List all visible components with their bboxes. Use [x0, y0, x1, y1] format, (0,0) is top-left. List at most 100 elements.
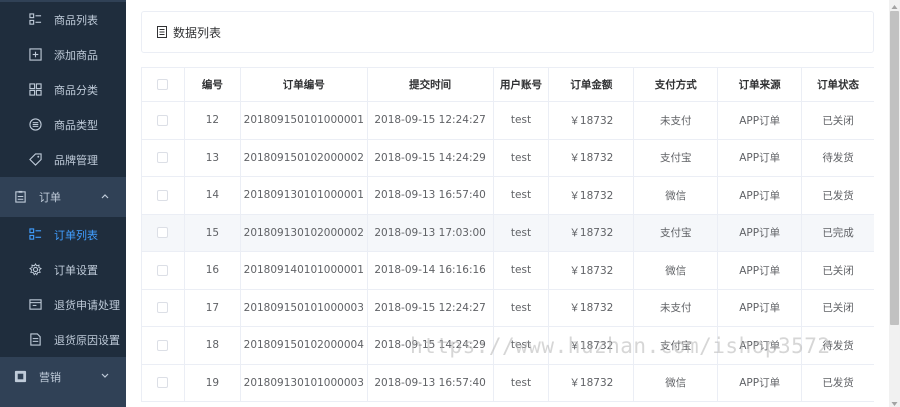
- row-checkbox[interactable]: [157, 339, 169, 351]
- row-checkbox[interactable]: [157, 302, 169, 314]
- cell-payment-method: 支付宝: [634, 327, 719, 364]
- cell-amount: ￥18732: [549, 177, 635, 214]
- cell-payment-method: 未支付: [634, 289, 719, 326]
- sidebar-item-return-application[interactable]: 退货申请处理: [0, 287, 126, 322]
- list-icon: [28, 13, 42, 27]
- sidebar-item-label: 商品列表: [54, 13, 98, 27]
- cell-order-no: 201809150101000001: [241, 102, 368, 139]
- cell-payment-method: 微信: [634, 252, 719, 289]
- cell-order-status: 已关闭: [822, 114, 854, 127]
- circle-list-icon: [28, 118, 42, 132]
- cell-id: 19: [185, 364, 241, 401]
- panel-title: 数据列表: [173, 25, 222, 40]
- cell-order-status: 待发货: [822, 339, 854, 352]
- table-row[interactable]: 15 201809130102000002 2018-09-13 17:03:00 t…: [142, 214, 874, 252]
- cell-payment-method: 微信: [634, 364, 719, 401]
- marketing-icon: [13, 370, 27, 384]
- cell-id: 16: [185, 252, 241, 289]
- sidebar-item-label: 商品类型: [54, 118, 98, 132]
- cell-order-status: 已发货: [822, 189, 854, 202]
- chevron-down-icon: [100, 371, 110, 381]
- column-header-payment-method: 支付方式: [634, 68, 719, 101]
- table-row[interactable]: 16 201809140101000001 2018-09-14 16:16:16 t…: [142, 252, 874, 290]
- list-icon: [28, 228, 42, 242]
- gear-icon: [28, 263, 42, 277]
- table-header: 编号 订单编号 提交时间 用户账号 订单金额 支付方式 订单来源 订单状态: [142, 68, 874, 102]
- sidebar-item-label: 添加商品: [54, 48, 98, 62]
- sidebar-item-add-product[interactable]: 添加商品: [0, 37, 126, 72]
- cell-user-account: test: [494, 139, 550, 176]
- sidebar: 商品列表 添加商品 商品分类 商品类型 品牌管理 订单 订单列表 订单设置 退货…: [0, 0, 126, 407]
- scrollbar-thumb[interactable]: [890, 11, 899, 325]
- cell-order-source: APP订单: [718, 177, 803, 214]
- row-checkbox[interactable]: [157, 189, 169, 201]
- sidebar-item-brand-management[interactable]: 品牌管理: [0, 142, 126, 177]
- sidebar-item-label: 订单列表: [54, 228, 98, 242]
- cell-order-no: 201809150102000002: [241, 139, 368, 176]
- cell-user-account: test: [494, 214, 550, 251]
- cell-submit-time: 2018-09-15 14:24:29: [368, 139, 494, 176]
- sidebar-item-label: 品牌管理: [54, 153, 98, 167]
- cell-submit-time: 2018-09-13 16:57:40: [368, 177, 494, 214]
- cell-id: 17: [185, 289, 241, 326]
- data-list-panel: 数据列表: [141, 11, 874, 53]
- row-checkbox[interactable]: [157, 152, 169, 164]
- sidebar-item-order-settings[interactable]: 订单设置: [0, 252, 126, 287]
- cell-amount: ￥18732: [549, 214, 635, 251]
- row-checkbox[interactable]: [157, 227, 169, 239]
- sidebar-menu-marketing[interactable]: 营销: [0, 359, 126, 394]
- table-row[interactable]: 17 201809150101000003 2018-09-15 12:24:27 t…: [142, 289, 874, 327]
- column-header-order-source: 订单来源: [718, 68, 803, 101]
- sidebar-item-return-reason-settings[interactable]: 退货原因设置: [0, 322, 126, 357]
- row-checkbox[interactable]: [157, 377, 169, 389]
- chevron-up-icon: [100, 191, 110, 201]
- main-content: 数据列表 编号 订单编号 提交时间 用户账号 订单金额 支付方式 订单来源 订单…: [126, 0, 890, 407]
- cell-order-source: APP订单: [718, 102, 803, 139]
- table-row[interactable]: 13 201809150102000002 2018-09-15 14:24:29 t…: [142, 139, 874, 177]
- sidebar-item-product-type[interactable]: 商品类型: [0, 107, 126, 142]
- cell-order-no: 201809140101000001: [241, 252, 368, 289]
- sidebar-item-label: 商品分类: [54, 83, 98, 97]
- cell-id: 15: [185, 214, 241, 251]
- row-checkbox[interactable]: [157, 114, 169, 126]
- cell-submit-time: 2018-09-15 14:24:29: [368, 327, 494, 364]
- sidebar-menu-label: 营销: [39, 370, 61, 384]
- cell-amount: ￥18732: [549, 252, 635, 289]
- sidebar-item-order-list[interactable]: 订单列表: [0, 217, 126, 252]
- vertical-scrollbar[interactable]: [889, 0, 900, 407]
- cell-submit-time: 2018-09-14 16:16:16: [368, 252, 494, 289]
- cell-submit-time: 2018-09-15 12:24:27: [368, 102, 494, 139]
- cell-amount: ￥18732: [549, 289, 635, 326]
- cell-id: 13: [185, 139, 241, 176]
- table-row[interactable]: 18 201809150102000004 2018-09-15 14:24:29 t…: [142, 327, 874, 365]
- cell-order-no: 201809150102000004: [241, 327, 368, 364]
- sidebar-item-product-category[interactable]: 商品分类: [0, 72, 126, 107]
- sidebar-menu-order[interactable]: 订单: [0, 179, 126, 214]
- table-row[interactable]: 14 201809130101000001 2018-09-13 16:57:40 t…: [142, 177, 874, 215]
- cell-order-source: APP订单: [718, 364, 803, 401]
- sidebar-item-product-list[interactable]: 商品列表: [0, 2, 126, 37]
- cell-user-account: test: [494, 289, 550, 326]
- cell-user-account: test: [494, 252, 550, 289]
- cell-user-account: test: [494, 364, 550, 401]
- cell-user-account: test: [494, 102, 550, 139]
- table-row[interactable]: 12 201809150101000001 2018-09-15 12:24:27 t…: [142, 102, 874, 140]
- cell-payment-method: 支付宝: [634, 214, 719, 251]
- cell-amount: ￥18732: [549, 364, 635, 401]
- table-row[interactable]: 19 201809130101000003 2018-09-13 16:57:40 t…: [142, 364, 874, 402]
- cell-amount: ￥18732: [549, 327, 635, 364]
- sidebar-menu-label: 订单: [39, 190, 61, 204]
- cell-user-account: test: [494, 327, 550, 364]
- scroll-up-arrow-icon[interactable]: [890, 1, 899, 9]
- cell-order-status: 已发货: [822, 377, 854, 390]
- row-checkbox[interactable]: [157, 264, 169, 276]
- cell-order-source: APP订单: [718, 214, 803, 251]
- cell-submit-time: 2018-09-13 16:57:40: [368, 364, 494, 401]
- cell-order-status: 已完成: [822, 227, 854, 240]
- select-all-checkbox[interactable]: [157, 79, 169, 90]
- add-box-icon: [28, 48, 42, 62]
- sidebar-item-label: 退货原因设置: [54, 333, 120, 347]
- clipboard-icon: [13, 190, 27, 204]
- cell-id: 12: [185, 102, 241, 139]
- scroll-down-arrow-icon[interactable]: [890, 398, 899, 406]
